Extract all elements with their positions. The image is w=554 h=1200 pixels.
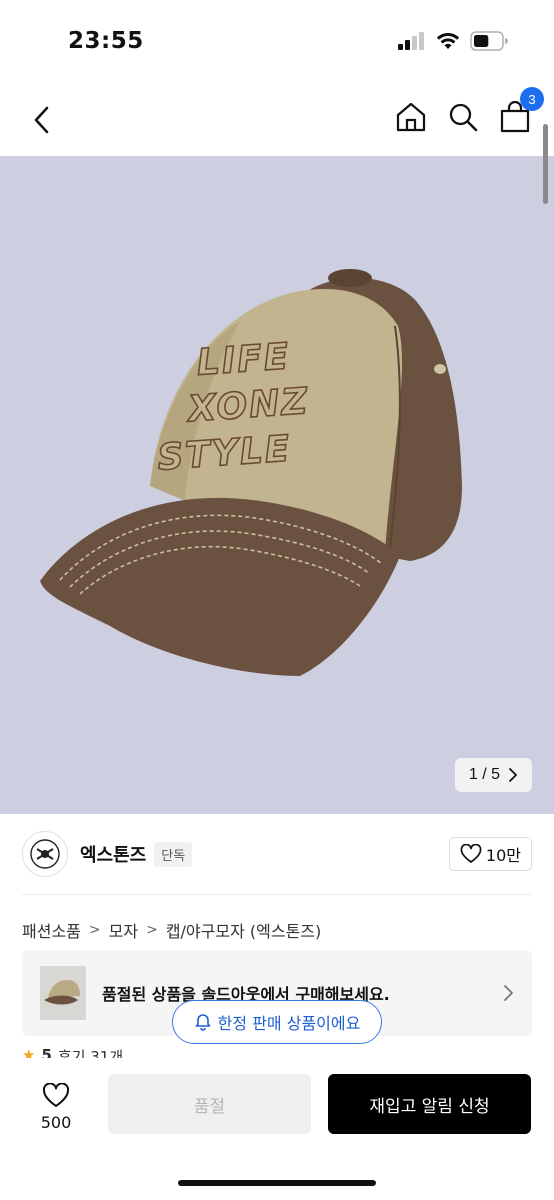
wifi-icon bbox=[436, 32, 460, 54]
limited-sale-notice: 한정 판매 상품이에요 bbox=[172, 1000, 382, 1044]
exclusive-badge: 단독 bbox=[154, 841, 193, 867]
chevron-right-icon bbox=[509, 768, 517, 782]
brand-name[interactable]: 엑스톤즈 bbox=[80, 841, 146, 867]
heart-icon bbox=[460, 844, 482, 863]
status-bar: 23:55 bbox=[0, 0, 554, 84]
brand-row: 엑스톤즈 단독 10만 bbox=[22, 830, 532, 878]
brand-like-button[interactable]: 10만 bbox=[448, 837, 532, 871]
cart-count-badge: 3 bbox=[520, 87, 544, 111]
breadcrumb-separator-icon: > bbox=[88, 922, 101, 938]
banner-thumbnail bbox=[40, 966, 86, 1020]
breadcrumb-separator-icon: > bbox=[146, 922, 158, 938]
product-like-count: 500 bbox=[40, 1112, 72, 1132]
home-icon bbox=[396, 102, 426, 132]
battery-icon bbox=[470, 31, 508, 55]
rating-score: 5 bbox=[41, 1046, 52, 1058]
product-image-carousel[interactable]: LIFE XONZ STYLE 1 / 5 bbox=[0, 156, 554, 814]
status-icons bbox=[398, 31, 508, 55]
restock-alert-button[interactable]: 재입고 알림 신청 bbox=[328, 1074, 531, 1134]
status-time: 23:55 bbox=[68, 28, 144, 54]
signal-icon bbox=[398, 32, 426, 54]
brand-like-count: 10만 bbox=[485, 846, 521, 865]
home-indicator bbox=[178, 1180, 376, 1186]
brand-logo-icon bbox=[30, 839, 60, 869]
divider bbox=[22, 894, 532, 895]
search-button[interactable] bbox=[446, 100, 480, 134]
review-count: 후기 31개 bbox=[57, 1048, 124, 1058]
back-button[interactable] bbox=[24, 102, 60, 138]
limited-sale-text: 한정 판매 상품이에요 bbox=[217, 1014, 361, 1033]
brand-logo[interactable] bbox=[22, 831, 68, 877]
nav-actions: 3 bbox=[394, 87, 544, 134]
rating-summary[interactable]: ★ 5 후기 31개 bbox=[22, 1046, 123, 1058]
breadcrumb-item[interactable]: 캡/야구모자 (엑스톤즈) bbox=[166, 918, 321, 942]
chevron-left-icon bbox=[34, 106, 49, 134]
cart-button[interactable]: 3 bbox=[498, 87, 544, 134]
heart-icon bbox=[42, 1082, 70, 1107]
bell-icon bbox=[195, 1014, 210, 1031]
image-counter[interactable]: 1 / 5 bbox=[454, 758, 532, 792]
breadcrumb: 패션소품 > 모자 > 캡/야구모자 (엑스톤즈) bbox=[22, 918, 321, 942]
product-like-button[interactable]: 500 bbox=[22, 1076, 90, 1138]
chevron-right-icon bbox=[504, 985, 513, 1001]
search-icon bbox=[449, 103, 478, 132]
image-counter-text: 1 / 5 bbox=[468, 766, 500, 783]
breadcrumb-item[interactable]: 패션소품 bbox=[22, 918, 81, 942]
nav-bar: 3 bbox=[0, 84, 554, 156]
home-button[interactable] bbox=[394, 100, 428, 134]
soldout-button[interactable]: 품절 bbox=[108, 1074, 311, 1134]
cap-embroidery: LIFE XONZ STYLE bbox=[155, 328, 394, 479]
product-cap-image bbox=[40, 269, 462, 676]
bottom-action-bar: 500 품절 재입고 알림 신청 bbox=[0, 1058, 554, 1200]
scrollbar[interactable] bbox=[543, 124, 548, 204]
breadcrumb-item[interactable]: 모자 bbox=[109, 918, 138, 942]
star-icon: ★ bbox=[22, 1046, 36, 1058]
